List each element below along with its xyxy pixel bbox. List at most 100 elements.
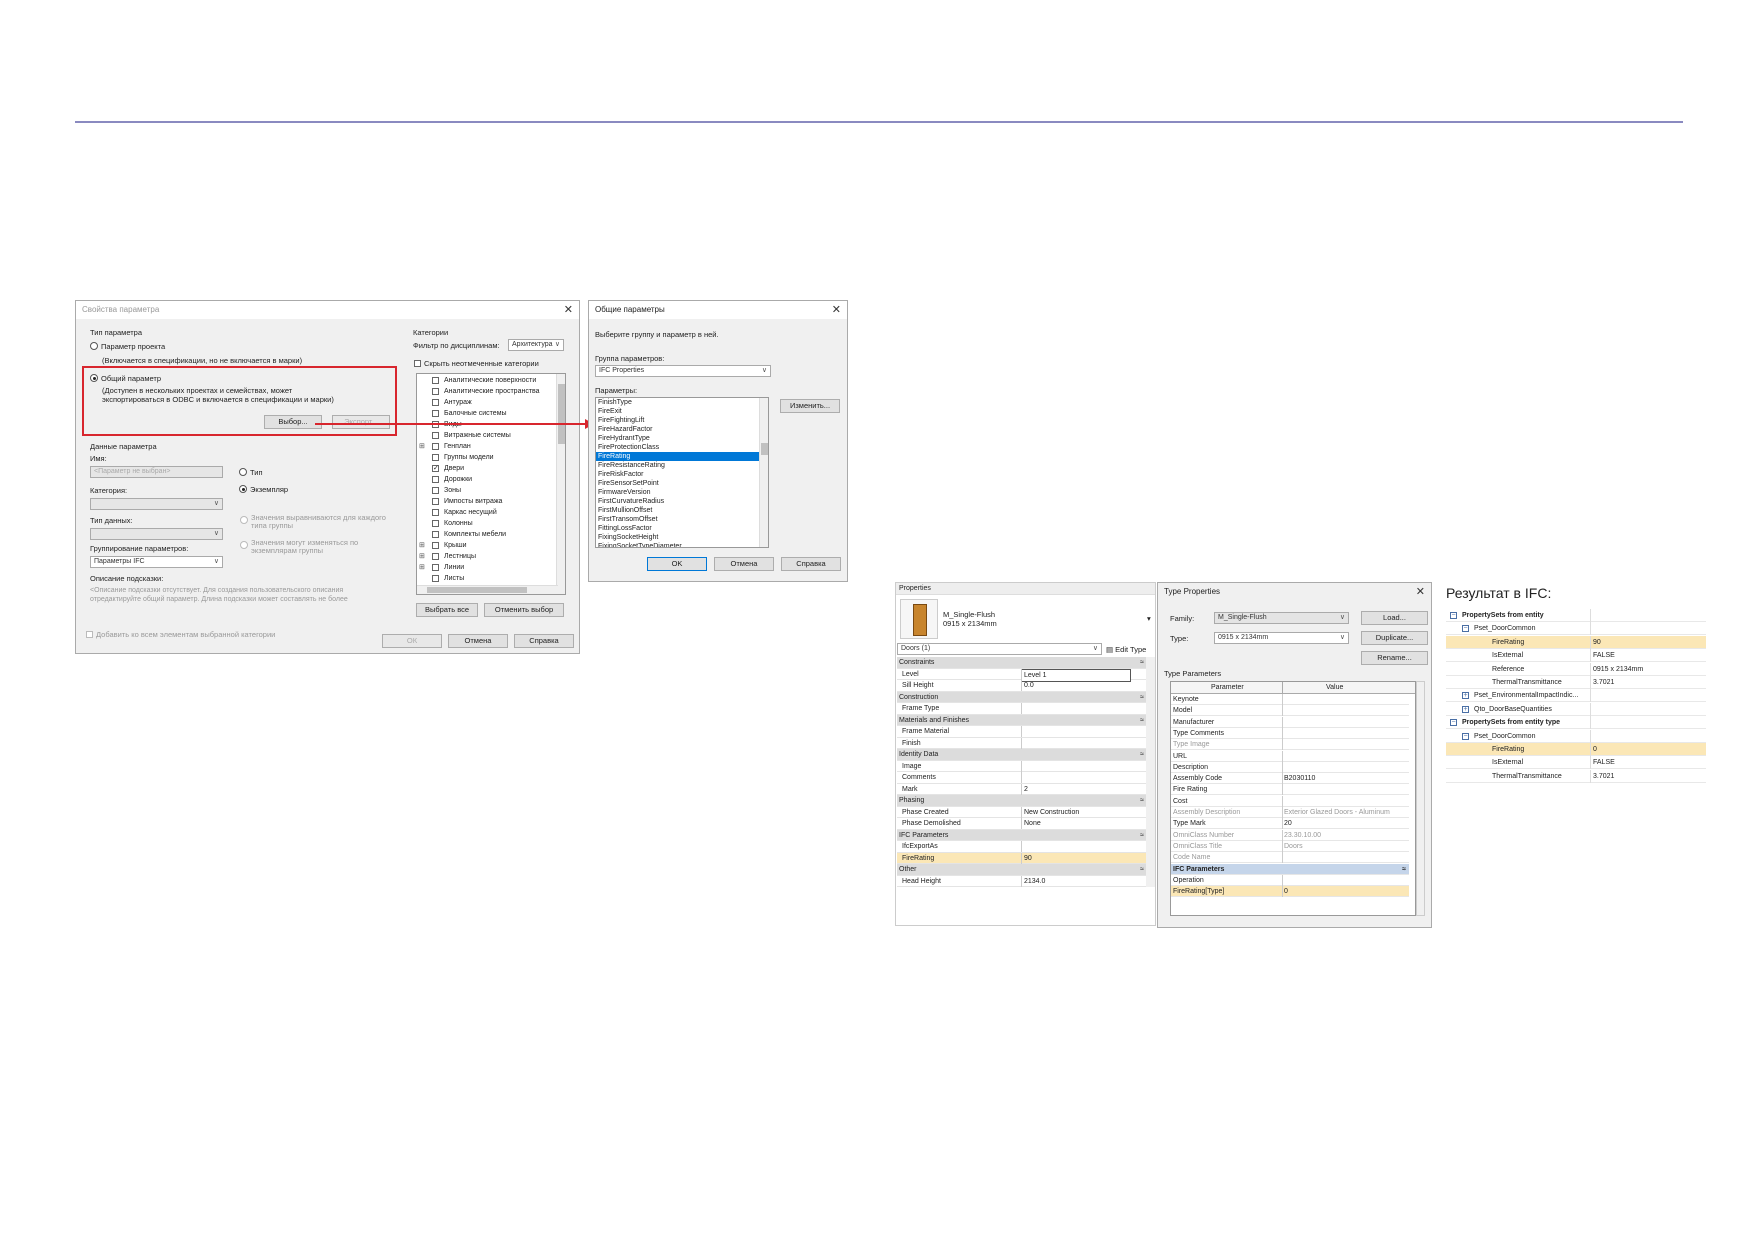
load-button[interactable]: Load... bbox=[1361, 611, 1428, 625]
type-param-row[interactable]: Assembly Code B2030110 bbox=[1171, 773, 1409, 785]
category-item[interactable]: Аналитические поверхности bbox=[417, 375, 565, 386]
ifc-tree-row[interactable]: − Pset_DoorCommon bbox=[1446, 729, 1706, 743]
collapse-icon[interactable]: ≈ bbox=[1140, 657, 1144, 668]
ifc-tree-row[interactable]: IsExternal FALSE bbox=[1446, 756, 1706, 770]
param-item[interactable]: FirmwareVersion bbox=[596, 488, 768, 497]
param-item[interactable]: FireFightingLift bbox=[596, 416, 768, 425]
category-checkbox[interactable] bbox=[432, 542, 439, 549]
ifc-tree-row[interactable]: + Qto_DoorBaseQuantities bbox=[1446, 702, 1706, 716]
property-row[interactable]: Frame Material bbox=[897, 726, 1147, 738]
category-checkbox[interactable] bbox=[432, 454, 439, 461]
property-row[interactable]: Level Level 1 bbox=[897, 668, 1147, 682]
category-item[interactable]: Витражные системы bbox=[417, 430, 565, 441]
ifc-tree-row[interactable]: ThermalTransmittance 3.7021 bbox=[1446, 676, 1706, 689]
expand-icon[interactable]: ⊞ bbox=[419, 540, 425, 551]
name-field[interactable]: <Параметр не выбран> bbox=[90, 466, 223, 478]
property-group-header[interactable]: Other ≈ bbox=[897, 864, 1147, 876]
category-item[interactable]: Листы bbox=[417, 573, 565, 584]
category-item[interactable]: Зоны bbox=[417, 485, 565, 496]
ifc-tree-row[interactable]: − PropertySets from entity type bbox=[1446, 716, 1706, 730]
category-checkbox[interactable] bbox=[432, 432, 439, 439]
element-selector[interactable]: Doors (1) bbox=[897, 643, 1102, 655]
property-row[interactable]: Frame Type bbox=[897, 703, 1147, 715]
param-item[interactable]: FirstTransomOffset bbox=[596, 515, 768, 524]
collapse-icon[interactable]: ≈ bbox=[1140, 749, 1144, 760]
category-item[interactable]: ⊞ Генплан bbox=[417, 441, 565, 452]
type-param-row[interactable]: URL bbox=[1171, 750, 1409, 762]
collapse-icon[interactable]: − bbox=[1450, 612, 1457, 619]
category-checkbox[interactable] bbox=[432, 487, 439, 494]
category-checkbox[interactable] bbox=[432, 553, 439, 560]
param-item[interactable]: FireRiskFactor bbox=[596, 470, 768, 479]
params-scrollbar[interactable] bbox=[759, 398, 768, 547]
category-dropdown[interactable] bbox=[90, 498, 223, 510]
category-item[interactable]: Импосты витража bbox=[417, 496, 565, 507]
help-button[interactable]: Справка bbox=[514, 634, 574, 648]
category-item[interactable]: ✓ Двери bbox=[417, 463, 565, 474]
close-icon[interactable]: ✕ bbox=[1416, 583, 1425, 601]
category-checkbox[interactable] bbox=[432, 399, 439, 406]
category-item[interactable]: Антураж bbox=[417, 397, 565, 408]
param-item[interactable]: FireSensorSetPoint bbox=[596, 479, 768, 488]
category-item[interactable]: ⊞ Линии bbox=[417, 562, 565, 573]
collapse-icon[interactable]: ≈ bbox=[1140, 692, 1144, 703]
type-params-grid[interactable]: Parameter Value Keynote Model Manufacturer… bbox=[1170, 681, 1416, 916]
property-row[interactable]: Image bbox=[897, 760, 1147, 772]
datatype-dropdown[interactable] bbox=[90, 528, 223, 540]
param-item[interactable]: FittingLossFactor bbox=[596, 524, 768, 533]
property-group-header[interactable]: IFC Parameters ≈ bbox=[897, 829, 1147, 841]
cancel-button[interactable]: Отмена bbox=[714, 557, 774, 571]
property-row[interactable]: FireRating 90 bbox=[897, 852, 1147, 864]
type-params-scrollbar[interactable] bbox=[1416, 681, 1425, 916]
project-param-radio[interactable] bbox=[90, 342, 98, 350]
type-param-row[interactable]: OmniClass Title Doors bbox=[1171, 840, 1409, 852]
type-radio[interactable] bbox=[239, 468, 247, 476]
vary-values-radio[interactable] bbox=[240, 541, 248, 549]
expand-icon[interactable]: ⊞ bbox=[419, 551, 425, 562]
property-row[interactable]: Mark 2 bbox=[897, 783, 1147, 795]
category-item[interactable]: Группы модели bbox=[417, 452, 565, 463]
collapse-icon[interactable]: ≈ bbox=[1402, 864, 1406, 875]
param-item[interactable]: FirstCurvatureRadius bbox=[596, 497, 768, 506]
category-item[interactable]: Колонны bbox=[417, 518, 565, 529]
categories-scrollbar[interactable] bbox=[556, 374, 565, 594]
ifc-tree-row[interactable]: ThermalTransmittance 3.7021 bbox=[1446, 769, 1706, 783]
deselect-button[interactable]: Отменить выбор bbox=[484, 603, 564, 617]
instance-radio[interactable] bbox=[239, 485, 247, 493]
category-item[interactable]: Дорожки bbox=[417, 474, 565, 485]
param-item[interactable]: FinishType bbox=[596, 398, 768, 407]
category-checkbox[interactable] bbox=[432, 476, 439, 483]
type-selector-arrow[interactable]: ▾ bbox=[1147, 614, 1151, 623]
edit-button[interactable]: Изменить... bbox=[780, 399, 840, 413]
param-item[interactable]: FireHazardFactor bbox=[596, 425, 768, 434]
expand-icon[interactable]: ⊞ bbox=[419, 441, 425, 452]
type-param-row[interactable]: Code Name bbox=[1171, 852, 1409, 864]
property-row[interactable]: Finish bbox=[897, 737, 1147, 749]
property-row[interactable]: Comments bbox=[897, 772, 1147, 784]
type-param-row[interactable]: OmniClass Number 23.30.10.00 bbox=[1171, 829, 1409, 841]
category-checkbox[interactable] bbox=[432, 498, 439, 505]
type-param-row[interactable]: Fire Rating bbox=[1171, 784, 1409, 796]
expand-icon[interactable]: ⊞ bbox=[419, 562, 425, 573]
collapse-icon[interactable]: − bbox=[1450, 719, 1457, 727]
type-param-row[interactable]: Type Mark 20 bbox=[1171, 818, 1409, 830]
close-icon[interactable]: ✕ bbox=[564, 301, 573, 319]
property-group-header[interactable]: Materials and Finishes ≈ bbox=[897, 714, 1147, 726]
grouping-dropdown[interactable]: Параметры IFC bbox=[90, 556, 223, 568]
type-param-row[interactable]: Manufacturer bbox=[1171, 716, 1409, 728]
param-item[interactable]: FirstMullionOffset bbox=[596, 506, 768, 515]
properties-scrollbar[interactable] bbox=[1146, 657, 1155, 887]
expand-icon[interactable]: + bbox=[1462, 705, 1469, 713]
category-checkbox[interactable] bbox=[432, 564, 439, 571]
close-icon[interactable]: ✕ bbox=[832, 301, 841, 319]
category-checkbox[interactable] bbox=[432, 388, 439, 395]
select-all-button[interactable]: Выбрать все bbox=[416, 603, 478, 617]
collapse-icon[interactable]: ≈ bbox=[1140, 715, 1144, 726]
param-item[interactable]: FixingSocketTypeDiameter bbox=[596, 542, 768, 547]
type-param-row[interactable]: Assembly Description Exterior Glazed Door… bbox=[1171, 807, 1409, 818]
category-checkbox[interactable] bbox=[432, 443, 439, 450]
help-button[interactable]: Справка bbox=[781, 557, 841, 571]
type-param-row[interactable]: FireRating[Type] 0 bbox=[1171, 886, 1409, 898]
edit-type-button[interactable]: ▤ Edit Type bbox=[1106, 645, 1146, 654]
param-item[interactable]: FixingSocketHeight bbox=[596, 533, 768, 542]
